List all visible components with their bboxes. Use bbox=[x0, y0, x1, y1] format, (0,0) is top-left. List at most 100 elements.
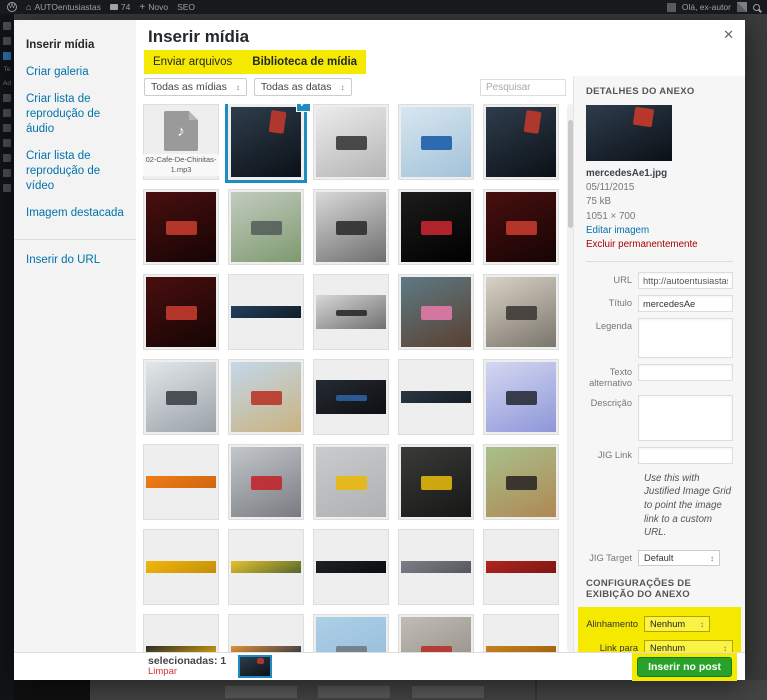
admin-side-menu: TeAd bbox=[0, 14, 14, 700]
media-tile-red-car-strip[interactable] bbox=[483, 529, 559, 605]
thumbnail-yellow-car-strip bbox=[146, 561, 216, 573]
search-input[interactable] bbox=[480, 79, 566, 96]
thumbnail-orange-strip bbox=[146, 476, 216, 488]
media-tile-blue-roadster[interactable] bbox=[398, 104, 474, 180]
media-tile-taxi-cars[interactable] bbox=[398, 444, 474, 520]
field-texto-alternativo[interactable] bbox=[638, 364, 733, 381]
wordpress-logo-icon[interactable]: W bbox=[7, 2, 17, 12]
media-tile-gray-strip[interactable] bbox=[398, 529, 474, 605]
media-tile-panorama-strip[interactable] bbox=[228, 274, 304, 350]
modal-menu-item-inserir-midia[interactable]: Inserir mídia bbox=[14, 32, 136, 59]
search-icon[interactable] bbox=[753, 4, 760, 11]
field-legenda[interactable] bbox=[638, 318, 733, 358]
field-jig-link[interactable] bbox=[638, 447, 733, 464]
media-tile-interior-bw[interactable] bbox=[313, 274, 389, 350]
media-tile-mirror-donut[interactable] bbox=[398, 274, 474, 350]
field-url[interactable] bbox=[638, 272, 733, 289]
media-tile-red-sportscar[interactable] bbox=[398, 189, 474, 265]
modal-menu-item-imagem-destacada[interactable]: Imagem destacada bbox=[14, 200, 136, 227]
media-tile-seatbelt-detail[interactable] bbox=[228, 444, 304, 520]
new-content-button[interactable]: + Novo bbox=[139, 2, 168, 13]
audio-file-tile[interactable]: ♪02-Cafe-De-Chinitas-1.mp3 bbox=[143, 104, 219, 180]
edit-image-link[interactable]: Editar imagem bbox=[586, 224, 733, 238]
attachment-date: 05/11/2015 bbox=[586, 181, 733, 195]
dashboard-icon[interactable] bbox=[3, 22, 11, 30]
comments-indicator[interactable]: 74 bbox=[110, 2, 130, 12]
updates-icon[interactable] bbox=[667, 3, 676, 12]
select-arrows-icon: ↕ bbox=[341, 83, 345, 92]
media-tile-red-berries-2[interactable] bbox=[483, 189, 559, 265]
media-tile-race-car[interactable] bbox=[313, 359, 389, 435]
media-tile-crashed-cars[interactable] bbox=[398, 614, 474, 652]
modal-menu-item-criar-lista-de-reproducao-de-video[interactable]: Criar lista de reprodução de vídeo bbox=[14, 143, 136, 200]
media-tile-dark-yellow-strip[interactable] bbox=[143, 614, 219, 652]
media-date-filter[interactable]: Todas as datas ↕ bbox=[254, 78, 352, 96]
modal-menu-item-criar-lista-de-reproducao-de-audio[interactable]: Criar lista de reprodução de áudio bbox=[14, 86, 136, 143]
selected-item-thumbnail[interactable] bbox=[238, 655, 272, 678]
field-row-legenda: Legenda bbox=[586, 318, 733, 358]
divider bbox=[586, 261, 733, 262]
media-tile-yellow-tractor[interactable] bbox=[313, 444, 389, 520]
media-tile-sculpture-field[interactable] bbox=[228, 189, 304, 265]
comments-icon[interactable] bbox=[3, 109, 11, 117]
jig-target-select[interactable]: Default ↕ bbox=[638, 550, 720, 566]
thumbnail-accent bbox=[336, 395, 368, 402]
media-type-filter[interactable]: Todas as mídias ↕ bbox=[144, 78, 247, 96]
setting-select-link-para[interactable]: Nenhum↕ bbox=[644, 640, 733, 652]
media-tile-beige-interior[interactable] bbox=[483, 274, 559, 350]
media-tile-mercedes-front-2[interactable] bbox=[483, 104, 559, 180]
background-content-block bbox=[412, 686, 484, 698]
thumbnail-accent bbox=[506, 476, 538, 490]
media-tile-black-strip[interactable] bbox=[313, 529, 389, 605]
plugins-icon[interactable] bbox=[3, 139, 11, 147]
delete-permanently-link[interactable]: Excluir permanentemente bbox=[586, 238, 733, 252]
pages-icon[interactable] bbox=[3, 94, 11, 102]
close-icon[interactable]: ✕ bbox=[723, 28, 734, 41]
thumbnail-classic-car-bw bbox=[316, 192, 386, 262]
media-icon[interactable] bbox=[3, 52, 11, 60]
media-tile-yellow-green-strip[interactable] bbox=[228, 529, 304, 605]
settings-icon[interactable] bbox=[3, 184, 11, 192]
attachment-dimensions: 1051 × 700 bbox=[586, 210, 733, 224]
media-tile-scooter-dirt[interactable] bbox=[483, 444, 559, 520]
media-tile-classic-car-bw[interactable] bbox=[313, 189, 389, 265]
media-tile-fighter-jet[interactable] bbox=[313, 614, 389, 652]
attachment-filename: mercedesAe1.jpg bbox=[586, 167, 733, 181]
account-greeting[interactable]: Olá, ex-autor bbox=[682, 2, 731, 12]
media-tile-yellow-car-strip[interactable] bbox=[143, 529, 219, 605]
insert-media-modal: Inserir mídiaCriar galeriaCriar lista de… bbox=[14, 20, 745, 680]
insert-into-post-button[interactable]: Inserir no post bbox=[637, 657, 732, 677]
tab-enviar-arquivos[interactable]: Enviar arquivos bbox=[153, 56, 232, 68]
media-tile-porsche-ae[interactable] bbox=[313, 104, 389, 180]
thumbnail-accent bbox=[421, 136, 453, 150]
media-tile-mercedes-front[interactable]: ✓ bbox=[228, 104, 304, 180]
modal-menu-item-criar-galeria[interactable]: Criar galeria bbox=[14, 59, 136, 86]
site-name-link[interactable]: ⌂ AUTOentusiastas bbox=[26, 2, 101, 12]
media-tabs-highlight: Enviar arquivos Biblioteca de mídia bbox=[144, 50, 366, 74]
media-tile-red-truck-desert[interactable] bbox=[228, 359, 304, 435]
setting-label-alinhamento: Alinhamento bbox=[586, 619, 644, 629]
media-tile-signature-cars[interactable] bbox=[143, 359, 219, 435]
thumbnail-race-car bbox=[316, 380, 386, 414]
seo-menu[interactable]: SEO bbox=[177, 2, 195, 12]
comment-bubble-icon bbox=[110, 4, 118, 10]
modal-menu-item-inserir-do-url[interactable]: Inserir do URL bbox=[14, 239, 136, 274]
media-tile-orange-strip-2[interactable] bbox=[483, 614, 559, 652]
media-tile-sunset-strip[interactable] bbox=[228, 614, 304, 652]
media-tile-dark-strip[interactable] bbox=[398, 359, 474, 435]
setting-select-alinhamento[interactable]: Nenhum↕ bbox=[644, 616, 710, 632]
media-tile-burnout-smoke[interactable] bbox=[483, 359, 559, 435]
media-tile-red-berries-3[interactable] bbox=[143, 274, 219, 350]
field-descricao[interactable] bbox=[638, 395, 733, 441]
users-icon[interactable] bbox=[3, 154, 11, 162]
clear-selection-link[interactable]: Limpar bbox=[148, 667, 226, 678]
posts-icon[interactable] bbox=[3, 37, 11, 45]
tools-icon[interactable] bbox=[3, 169, 11, 177]
thumbnail-accent bbox=[633, 107, 654, 127]
tab-biblioteca-de-midia[interactable]: Biblioteca de mídia bbox=[252, 56, 357, 68]
media-tile-orange-strip[interactable] bbox=[143, 444, 219, 520]
field-titulo[interactable] bbox=[638, 295, 733, 312]
appearance-icon[interactable] bbox=[3, 124, 11, 132]
thumbnail-accent bbox=[166, 221, 198, 235]
media-tile-red-berries-1[interactable] bbox=[143, 189, 219, 265]
